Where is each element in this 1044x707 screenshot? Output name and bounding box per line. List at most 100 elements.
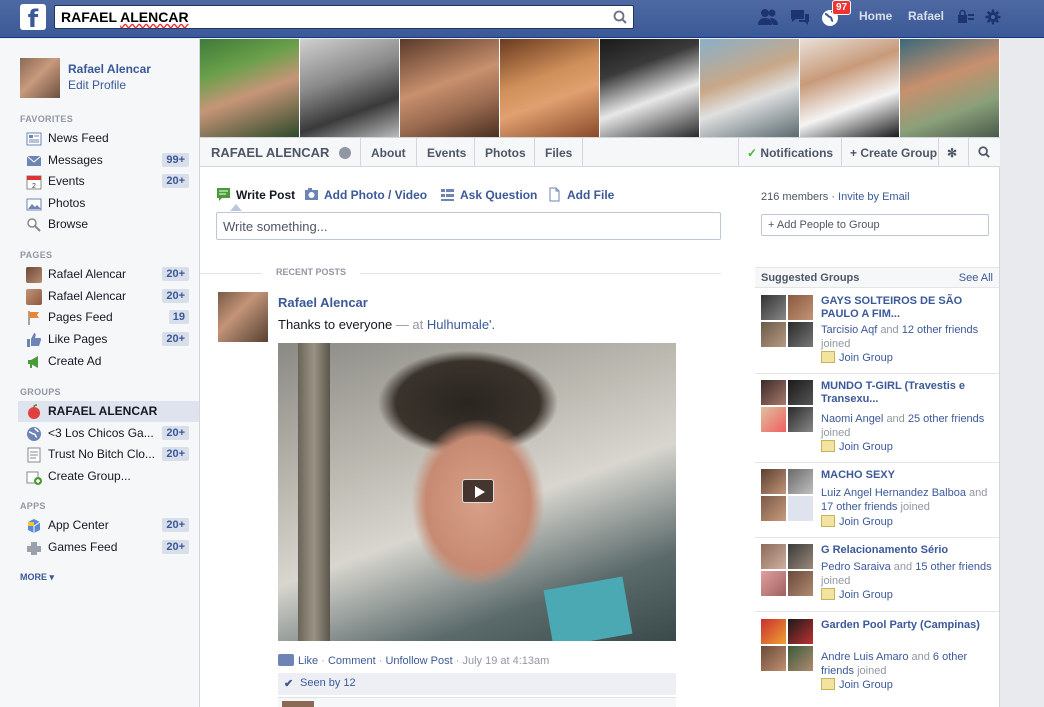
sidebar-item-like-pages[interactable]: Like Pages 20+ (20, 329, 199, 350)
suggested-group-name[interactable]: Garden Pool Party (Campinas) (821, 619, 991, 632)
sidebar-item-page-rafael-alencar[interactable]: Rafael Alencar 20+ (20, 264, 199, 285)
member-photo[interactable] (300, 39, 400, 137)
member-photo[interactable] (600, 39, 700, 137)
group-search-icon[interactable] (968, 138, 998, 167)
sidebar-item-create-ad[interactable]: Create Ad (20, 351, 199, 372)
suggested-group-name[interactable]: GAYS SOLTEIROS DE SÃO PAULO A FIM... (821, 295, 991, 321)
sidebar-item-pages-feed[interactable]: Pages Feed 19 (20, 307, 199, 328)
invite-by-email-link[interactable]: Invite by Email (838, 191, 910, 203)
search-input[interactable]: RAFAEL ALENCAR (54, 5, 634, 29)
comment-box[interactable] (278, 697, 676, 707)
post-author-link[interactable]: Rafael Alencar (278, 295, 368, 310)
profile-avatar[interactable] (20, 58, 60, 98)
groups-heading: GROUPS (20, 387, 61, 397)
sidebar-item-create-group[interactable]: Create Group... (20, 466, 199, 487)
comment-link[interactable]: Comment (328, 655, 376, 667)
other-friends-link[interactable]: 17 other friends (821, 501, 897, 513)
suggested-group-photos[interactable] (761, 469, 813, 521)
member-count[interactable]: 216 members (761, 191, 828, 203)
friend-name-link[interactable]: Luiz Angel Hernandez Balboa (821, 487, 966, 499)
sidebar-item-app-center[interactable]: App Center 20+ (20, 515, 199, 536)
post-timestamp[interactable]: July 19 at 4:13am (462, 655, 549, 667)
more-link[interactable]: MORE ▾ (20, 572, 54, 583)
sidebar-item-browse[interactable]: Browse (20, 214, 199, 235)
tab-events[interactable]: Events (416, 138, 476, 167)
group-settings-gear-icon[interactable]: ✻ (938, 138, 965, 167)
sidebar-item-page-rafael-alencar-2[interactable]: Rafael Alencar 20+ (20, 286, 199, 307)
privacy-shortcuts-icon[interactable] (957, 9, 975, 25)
sidebar-item-group-los-chicos[interactable]: <3 Los Chicos Ga... 20+ (20, 423, 199, 444)
post-author-avatar[interactable] (218, 292, 268, 342)
friend-requests-icon[interactable] (757, 7, 779, 27)
see-all-link[interactable]: See All (959, 272, 993, 284)
suggested-group-name[interactable]: MACHO SEXY (821, 469, 991, 482)
sidebar-item-photos[interactable]: Photos (20, 193, 199, 214)
video-play-button[interactable] (462, 479, 494, 503)
member-photo[interactable] (200, 39, 300, 137)
join-group-button[interactable]: Join Group (821, 515, 893, 528)
sidebar-item-messages[interactable]: Messages 99+ (20, 150, 199, 171)
group-title[interactable]: RAFAEL ALENCAR (211, 145, 329, 160)
user-profile-link[interactable]: Rafael (908, 9, 944, 23)
unfollow-post-link[interactable]: Unfollow Post (385, 655, 452, 667)
suggested-group-name[interactable]: MUNDO T-GIRL (Travestis e Transexu... (821, 380, 991, 406)
member-photo[interactable] (400, 39, 500, 137)
messages-icon[interactable] (789, 7, 811, 27)
other-friends-link[interactable]: 15 other friends (915, 561, 991, 573)
search-icon[interactable] (613, 10, 627, 24)
sidebar-item-events[interactable]: 2 Events 20+ (20, 171, 199, 192)
join-group-button[interactable]: Join Group (821, 678, 893, 691)
suggested-group-photos[interactable] (761, 544, 813, 596)
joined-text: joined (900, 501, 930, 513)
member-photo[interactable] (700, 39, 800, 137)
sidebar-item-games-feed[interactable]: Games Feed 20+ (20, 537, 199, 558)
edit-profile-link[interactable]: Edit Profile (68, 78, 126, 92)
write-post-input[interactable]: Write something... (216, 212, 721, 240)
tab-photos[interactable]: Photos (474, 138, 536, 167)
seen-by-bar[interactable]: ✔ Seen by 12 (278, 673, 676, 695)
sidebar-item-news-feed[interactable]: News Feed (20, 128, 199, 149)
member-photo[interactable] (900, 39, 1000, 137)
member-photo[interactable] (500, 39, 600, 137)
page-avatar (26, 267, 42, 283)
join-group-button[interactable]: Join Group (821, 351, 893, 364)
sidebar-item-count: 20+ (162, 447, 189, 461)
post-location-link[interactable]: Hulhumale'. (427, 317, 495, 332)
friend-name-link[interactable]: Tarcisio Aqf (821, 324, 877, 336)
join-group-icon (821, 588, 835, 600)
favorites-heading: FAVORITES (20, 114, 74, 124)
member-photo[interactable] (800, 39, 900, 137)
tab-about[interactable]: About (360, 138, 416, 167)
suggested-group-photos[interactable] (761, 619, 813, 671)
sidebar-item-count: 20+ (162, 540, 189, 554)
sidebar-item-group-trust-no-bitch[interactable]: Trust No Bitch Clo... 20+ (20, 444, 199, 465)
suggested-group-name[interactable]: G Relacionamento Sério (821, 544, 991, 557)
joined-text: joined (821, 575, 851, 587)
notifications-label: Notifications (760, 146, 834, 160)
other-friends-link[interactable]: 25 other friends (908, 413, 984, 425)
app-center-cube-icon (27, 519, 41, 533)
friend-name-link[interactable]: Andre Luis Amaro (821, 651, 908, 663)
pages-heading: PAGES (20, 250, 53, 260)
sidebar-item-label: RAFAEL ALENCAR (48, 404, 158, 418)
friend-name-link[interactable]: Pedro Saraiva (821, 561, 891, 573)
facebook-logo-icon[interactable]: f (20, 4, 46, 30)
post-video[interactable] (278, 343, 676, 641)
join-group-button[interactable]: Join Group (821, 440, 893, 453)
home-link[interactable]: Home (859, 9, 892, 23)
sidebar-item-group-rafael-alencar[interactable]: RAFAEL ALENCAR (18, 401, 199, 422)
settings-gear-icon[interactable] (985, 9, 1001, 25)
suggested-group-photos[interactable] (761, 295, 813, 347)
tab-files[interactable]: Files (534, 138, 584, 167)
create-group-button[interactable]: + Create Group (841, 138, 945, 167)
join-group-button[interactable]: Join Group (821, 588, 893, 601)
notifications-button[interactable]: ✓ Notifications (738, 138, 841, 167)
add-people-input[interactable]: + Add People to Group (761, 214, 989, 236)
other-friends-link[interactable]: 12 other friends (902, 324, 978, 336)
post-actions-row: Like · Comment · Unfollow Post · July 19… (278, 654, 549, 667)
friend-name-link[interactable]: Naomi Angel (821, 413, 883, 425)
suggested-group-photos[interactable] (761, 380, 813, 432)
profile-name-link[interactable]: Rafael Alencar (68, 62, 151, 76)
file-icon (549, 187, 560, 202)
like-link[interactable]: Like (298, 655, 318, 667)
